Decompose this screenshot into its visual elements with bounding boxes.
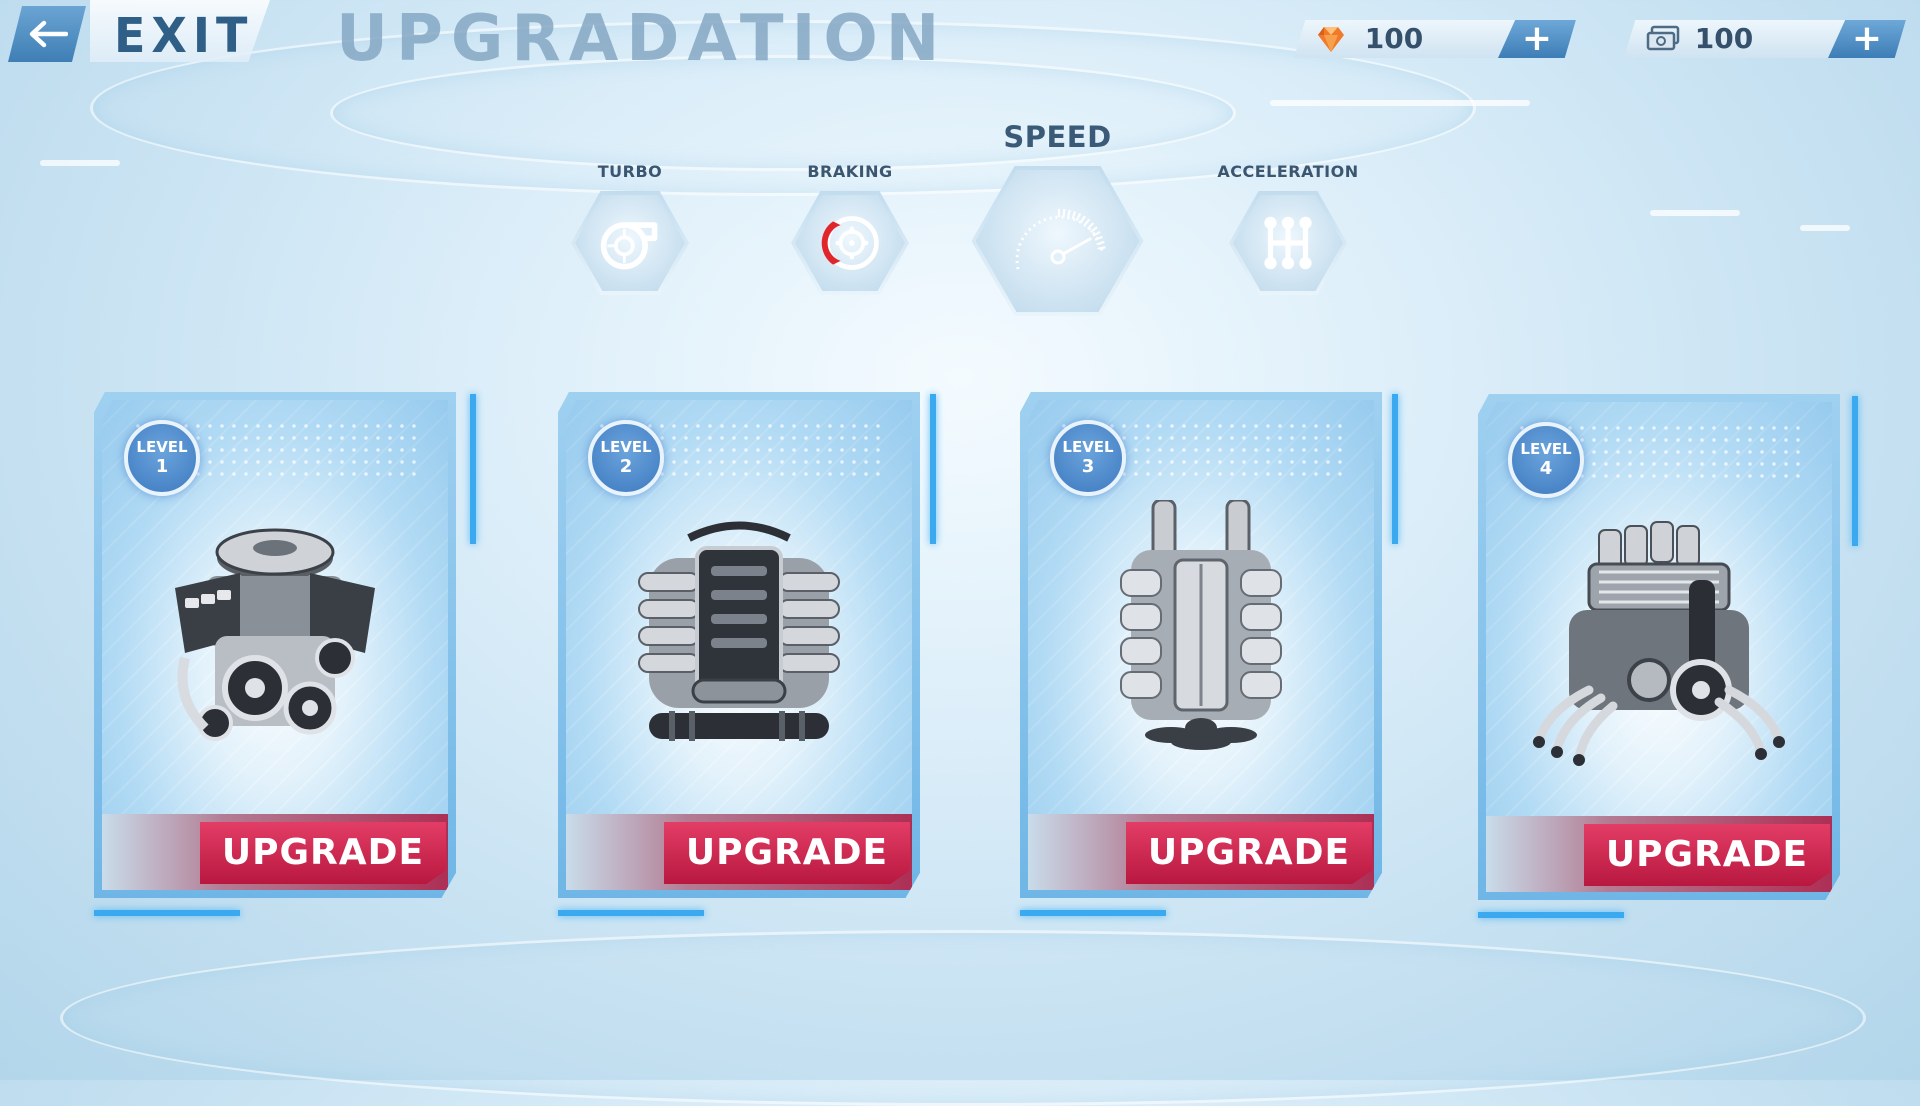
category-braking[interactable]: BRAKING — [790, 162, 910, 295]
category-hex — [1229, 191, 1347, 295]
upgrade-button[interactable]: UPGRADE — [200, 822, 446, 884]
background-streak — [1270, 100, 1530, 106]
twin-exhaust-engine-icon — [1120, 500, 1282, 750]
v8-engine-icon — [175, 528, 375, 741]
level-badge-label: LEVEL — [136, 437, 188, 456]
cash-balance: 100 + — [1624, 20, 1906, 58]
level-badge-label: LEVEL — [1062, 437, 1114, 456]
background-streak — [1800, 225, 1850, 231]
engine-card-level-4[interactable]: LEVEL 4 UPGRADE — [1478, 394, 1840, 900]
card-glow-edge — [930, 394, 936, 544]
engine-card-level-3[interactable]: LEVEL 3 UPGRADE — [1020, 392, 1382, 898]
supercharged-engine-icon — [1533, 521, 1785, 766]
card-glow-edge — [1392, 394, 1398, 544]
card-glow-underline — [94, 910, 240, 916]
engine-card-level-1[interactable]: LEVEL 1 UPGRADE — [94, 392, 456, 898]
turbo-icon — [600, 222, 658, 270]
level-badge: LEVEL 2 — [588, 420, 664, 496]
level-badge-number: 2 — [619, 455, 633, 477]
back-arrow-icon — [29, 20, 68, 48]
back-button[interactable] — [8, 6, 86, 62]
level-badge-label: LEVEL — [1520, 439, 1572, 458]
upgrade-button[interactable]: UPGRADE — [1126, 822, 1372, 884]
category-speed[interactable]: SPEED — [970, 120, 1145, 316]
category-hex — [971, 166, 1144, 316]
card-glow-underline — [558, 910, 704, 916]
card-glow-edge — [470, 394, 476, 544]
card-glow-underline — [1020, 910, 1166, 916]
add-gems-button[interactable]: + — [1498, 20, 1576, 58]
upgrade-button[interactable]: UPGRADE — [1584, 824, 1830, 886]
level-badge-label: LEVEL — [600, 437, 652, 456]
upgrade-button[interactable]: UPGRADE — [664, 822, 910, 884]
exit-label[interactable]: EXIT — [114, 7, 253, 64]
level-badge-number: 4 — [1539, 457, 1553, 479]
level-badge-number: 1 — [155, 455, 169, 477]
add-cash-button[interactable]: + — [1828, 20, 1906, 58]
brake-disc-icon — [821, 216, 879, 270]
level-badge-number: 3 — [1081, 455, 1095, 477]
gear-shift-icon — [1264, 216, 1312, 270]
category-acceleration[interactable]: ACCELERATION — [1217, 162, 1359, 295]
category-hex — [791, 191, 909, 295]
speedometer-icon — [1015, 208, 1106, 270]
card-glow-underline — [1478, 912, 1624, 918]
category-hex — [571, 191, 689, 295]
cash-amount: 100 — [1694, 22, 1754, 55]
page-title: UPGRADATION — [336, 2, 948, 76]
background-streak — [40, 160, 120, 166]
category-label: ACCELERATION — [1217, 162, 1359, 181]
inline-engine-icon — [638, 521, 840, 741]
gem-balance: 100 + — [1294, 20, 1576, 58]
background-streak — [1650, 210, 1740, 216]
category-label: TURBO — [597, 162, 663, 181]
category-label: BRAKING — [807, 162, 893, 181]
engine-card-level-2[interactable]: LEVEL 2 UPGRADE — [558, 392, 920, 898]
category-label: SPEED — [1003, 120, 1112, 154]
level-badge: LEVEL 4 — [1508, 422, 1584, 498]
card-glow-edge — [1852, 396, 1858, 546]
category-turbo[interactable]: TURBO — [570, 162, 690, 295]
gem-amount: 100 — [1364, 22, 1424, 55]
level-badge: LEVEL 3 — [1050, 420, 1126, 496]
level-badge: LEVEL 1 — [124, 420, 200, 496]
